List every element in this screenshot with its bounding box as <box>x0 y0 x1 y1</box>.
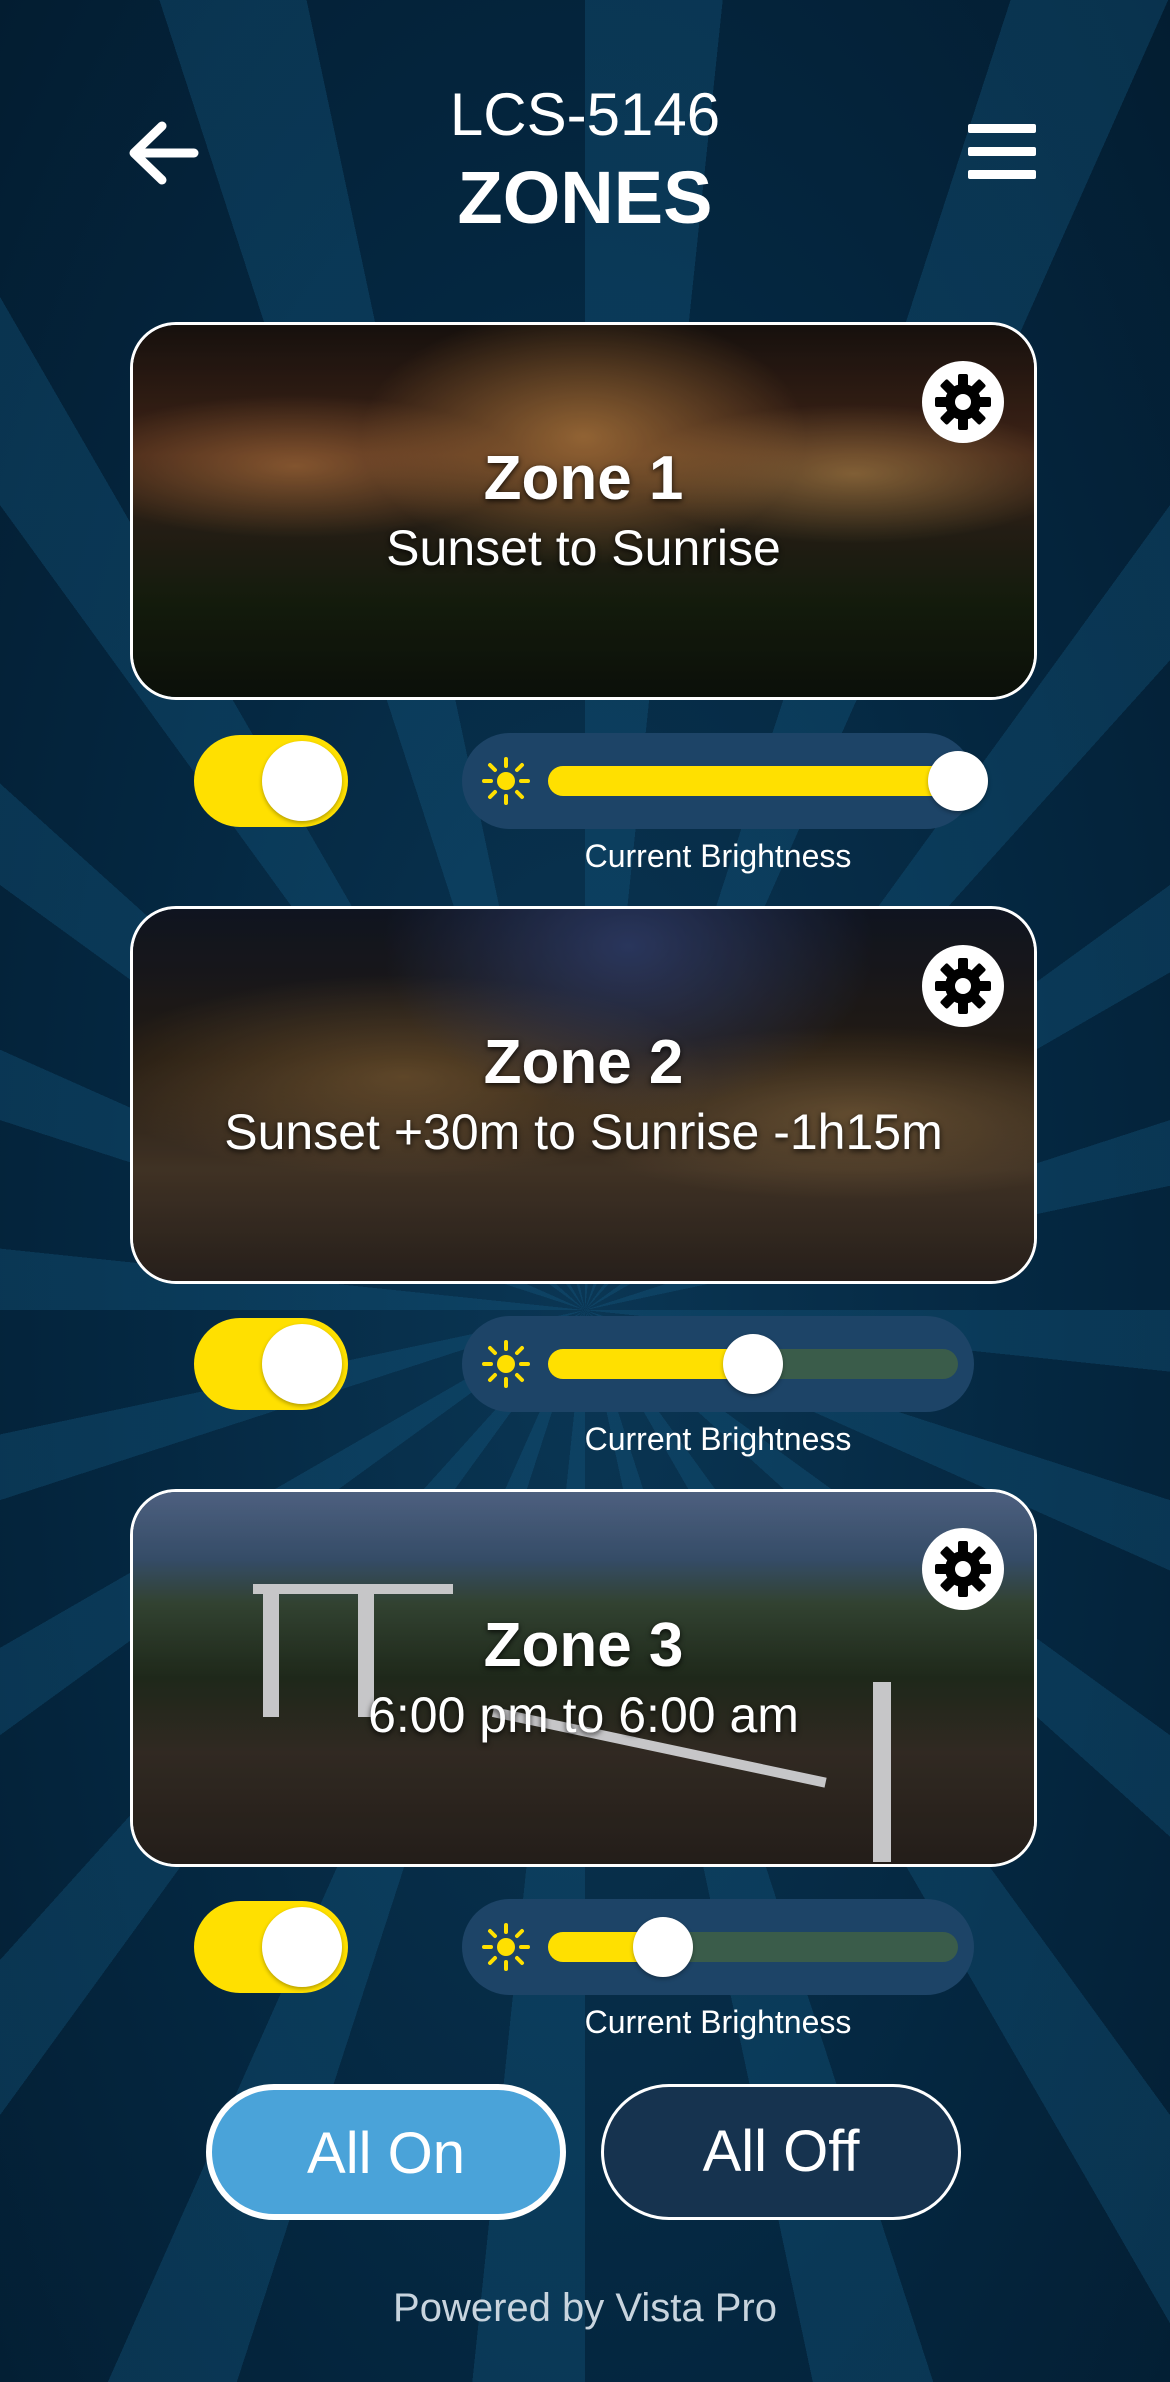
zone-card-2[interactable]: Zone 2 Sunset +30m to Sunrise -1h15m <box>130 906 1037 1284</box>
zone-settings-button[interactable] <box>922 361 1004 443</box>
brightness-label: Current Brightness <box>584 1421 852 1457</box>
all-off-button[interactable]: All Off <box>601 2084 961 2220</box>
zone-3-brightness-slider[interactable] <box>462 1899 974 1995</box>
zone-schedule: 6:00 pm to 6:00 am <box>368 1687 799 1743</box>
brightness-label: Current Brightness <box>584 2004 852 2040</box>
zone-settings-button[interactable] <box>922 1528 1004 1610</box>
zone-2-toggle[interactable] <box>194 1318 348 1410</box>
zone-1-toggle[interactable] <box>194 735 348 827</box>
zone-2-brightness-slider[interactable] <box>462 1316 974 1412</box>
footer-credit: Powered by Vista Pro <box>393 2286 777 2330</box>
all-on-button[interactable]: All On <box>206 2084 566 2220</box>
hamburger-menu-icon <box>968 124 1036 179</box>
zone-schedule: Sunset +30m to Sunrise -1h15m <box>224 1104 943 1160</box>
zone-card-1[interactable]: Zone 1 Sunset to Sunrise <box>130 322 1037 700</box>
gear-icon <box>935 958 991 1014</box>
zone-name: Zone 3 <box>483 1611 684 1680</box>
zone-name: Zone 1 <box>483 444 684 513</box>
sun-icon <box>482 757 530 805</box>
sun-icon <box>482 1923 530 1971</box>
zone-name: Zone 2 <box>483 1028 684 1097</box>
gear-icon <box>935 374 991 430</box>
zone-schedule: Sunset to Sunrise <box>386 520 781 576</box>
zone-3-toggle[interactable] <box>194 1901 348 1993</box>
zone-card-3[interactable]: Zone 3 6:00 pm to 6:00 am <box>130 1489 1037 1867</box>
sun-icon <box>482 1340 530 1388</box>
zone-1-brightness-slider[interactable] <box>462 733 988 829</box>
menu-button[interactable] <box>968 124 1036 180</box>
gear-icon <box>935 1541 991 1597</box>
header: LCS-5146 ZONES <box>0 0 1170 300</box>
zone-settings-button[interactable] <box>922 945 1004 1027</box>
brightness-label: Current Brightness <box>584 838 852 874</box>
